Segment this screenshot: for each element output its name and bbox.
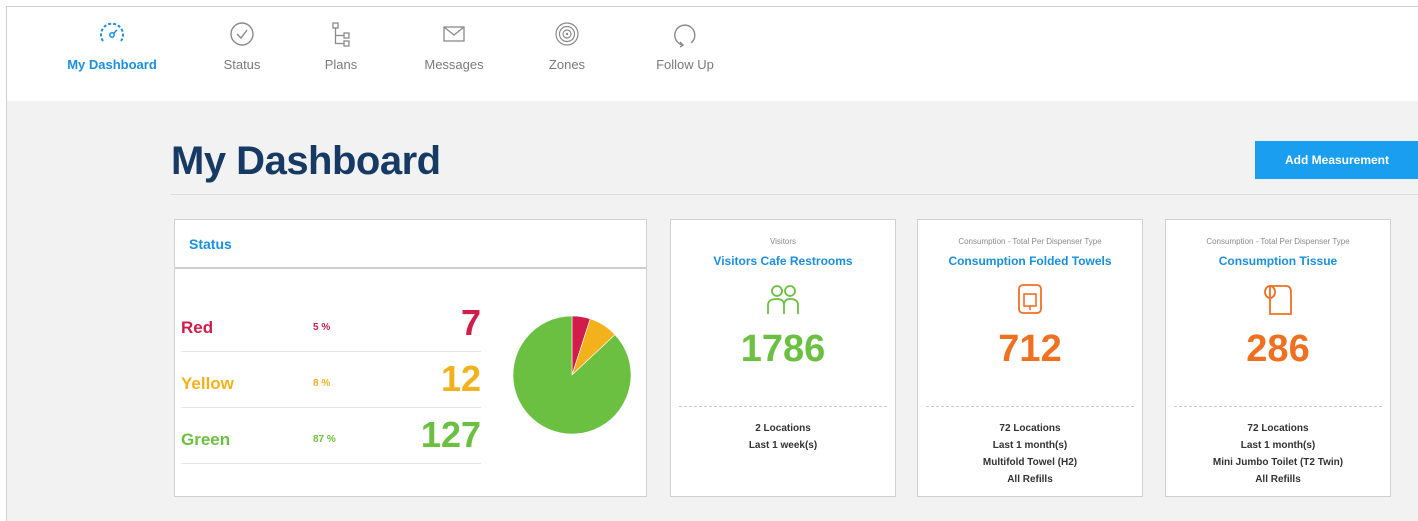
status-percent: 87 % xyxy=(313,434,336,445)
nav-item-messages[interactable]: Messages xyxy=(409,19,499,95)
status-count: 7 xyxy=(460,302,481,343)
metric-title: Consumption Folded Towels xyxy=(948,254,1112,268)
check-circle-icon xyxy=(230,22,254,46)
metric-category: Consumption - Total Per Dispenser Type xyxy=(958,237,1102,246)
status-name: Red xyxy=(181,318,214,337)
status-card: Status Red 5 % 7 Yellow 8 % 12 Green 87 … xyxy=(174,219,647,497)
nav-item-zones[interactable]: Zones xyxy=(537,19,597,95)
status-name: Green xyxy=(181,430,231,449)
speedometer-icon xyxy=(100,22,124,42)
metric-detail-line: All Refills xyxy=(1255,474,1301,485)
status-percent: 5 % xyxy=(313,322,331,333)
metric-detail-line: Last 1 month(s) xyxy=(992,440,1068,451)
nav-item-my-dashboard[interactable]: My Dashboard xyxy=(57,19,167,95)
metric-divider xyxy=(926,406,1134,407)
status-row-yellow[interactable]: Yellow 8 % 12 xyxy=(181,352,481,408)
metric-detail-line: 72 Locations xyxy=(999,423,1061,434)
metric-detail-line: 72 Locations xyxy=(1247,423,1309,434)
metric-details: 2 Locations Last 1 week(s) xyxy=(671,420,895,454)
towel-dispenser-icon xyxy=(1018,284,1042,314)
nav-label: Plans xyxy=(324,57,358,72)
metric-detail-line: Multifold Towel (H2) xyxy=(982,457,1078,468)
status-card-header: Status xyxy=(175,220,646,269)
status-card-title: Status xyxy=(189,236,232,252)
nav-label: Messages xyxy=(424,57,484,72)
metric-category: Consumption - Total Per Dispenser Type xyxy=(1206,237,1350,246)
status-count: 12 xyxy=(440,358,481,399)
metric-category: Visitors xyxy=(769,237,797,246)
status-row-red[interactable]: Red 5 % 7 xyxy=(181,296,481,352)
metric-details: 72 Locations Last 1 month(s) Mini Jumbo … xyxy=(1166,420,1390,488)
page-title: My Dashboard xyxy=(171,139,441,183)
add-measurement-button[interactable]: Add Measurement xyxy=(1255,141,1418,179)
metric-detail-line: 2 Locations xyxy=(755,423,811,434)
toilet-roll-icon xyxy=(1264,285,1292,315)
status-percent: 8 % xyxy=(313,378,331,389)
metric-value: 286 xyxy=(1246,328,1310,370)
title-divider xyxy=(171,194,1418,195)
metric-divider xyxy=(679,406,887,407)
metric-detail-line: Mini Jumbo Toilet (T2 Twin) xyxy=(1212,457,1344,468)
nav-item-follow-up[interactable]: Follow Up xyxy=(643,19,727,95)
metric-card-folded-towels[interactable]: Consumption - Total Per Dispenser Type C… xyxy=(917,219,1143,497)
metric-detail-line: Last 1 week(s) xyxy=(748,440,818,451)
top-nav: My Dashboard Status Plans Messages Zones… xyxy=(7,7,1418,101)
metric-detail-line: Last 1 month(s) xyxy=(1240,440,1316,451)
metric-divider xyxy=(1174,406,1382,407)
people-icon xyxy=(767,285,799,314)
metric-card-visitors[interactable]: Visitors Visitors Cafe Restrooms 1786 2 … xyxy=(670,219,896,497)
status-row-green[interactable]: Green 87 % 127 xyxy=(181,408,481,464)
nav-label: Status xyxy=(223,57,261,72)
nav-label: My Dashboard xyxy=(67,57,157,72)
nav-label: Follow Up xyxy=(656,57,714,72)
metric-title: Consumption Tissue xyxy=(1218,254,1338,268)
metric-value: 1786 xyxy=(740,328,826,370)
status-pie-chart[interactable] xyxy=(511,314,633,436)
metric-title: Visitors Cafe Restrooms xyxy=(713,254,853,268)
status-name: Yellow xyxy=(181,374,234,393)
app-frame: My Dashboard Status Plans Messages Zones… xyxy=(6,6,1418,521)
metric-detail-line: All Refills xyxy=(1007,474,1053,485)
nav-label: Zones xyxy=(548,57,586,72)
target-icon xyxy=(555,22,579,46)
nav-item-status[interactable]: Status xyxy=(207,19,277,95)
metric-card-tissue[interactable]: Consumption - Total Per Dispenser Type C… xyxy=(1165,219,1391,497)
hierarchy-icon xyxy=(332,22,350,47)
metric-details: 72 Locations Last 1 month(s) Multifold T… xyxy=(918,420,1142,488)
nav-item-plans[interactable]: Plans xyxy=(307,19,375,95)
envelope-icon xyxy=(443,26,465,42)
refresh-icon xyxy=(674,24,696,48)
metric-value: 712 xyxy=(998,328,1062,370)
status-count: 127 xyxy=(420,414,481,455)
